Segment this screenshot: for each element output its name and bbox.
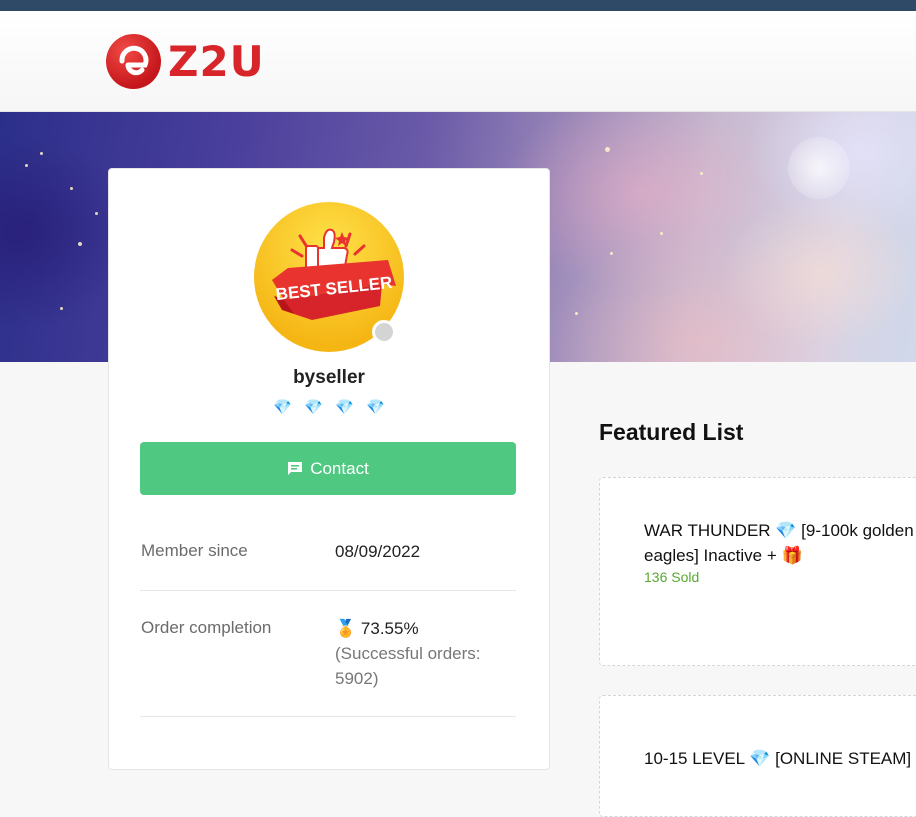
order-completion-label: Order completion <box>141 618 272 637</box>
contact-label: Contact <box>310 458 369 478</box>
featured-list-title: Featured List <box>599 419 744 445</box>
featured-item-card[interactable]: WAR THUNDER 💎 [9-100k golden eagles] Ina… <box>599 477 916 666</box>
seller-username: byseller <box>293 367 365 388</box>
seller-profile-card: BEST SELLER byseller 💎 💎 💎 💎 Contact Mem… <box>108 168 550 770</box>
order-completion-value-block: 🏅 73.55% (Successful orders: 5902) <box>335 616 510 691</box>
seller-rank-gems: 💎 💎 💎 💎 <box>109 398 549 417</box>
featured-item-title[interactable]: 10-15 LEVEL 💎 [ONLINE STEAM] <box>644 746 916 771</box>
contact-button[interactable]: Contact <box>140 442 516 495</box>
diamond-icon: 💎 <box>304 399 323 416</box>
chat-icon <box>287 461 303 477</box>
diamond-icon: 💎 <box>272 399 292 416</box>
site-header: Z2U <box>0 11 916 112</box>
online-status-dot <box>372 320 396 344</box>
order-completion-row: Order completion 🏅 73.55% (Successful or… <box>140 590 516 717</box>
featured-item-title[interactable]: WAR THUNDER 💎 [9-100k golden eagles] Ina… <box>644 518 916 568</box>
logo-text: Z2U <box>168 36 265 86</box>
logo-icon <box>106 34 161 89</box>
featured-item-card[interactable]: 10-15 LEVEL 💎 [ONLINE STEAM] <box>599 695 916 817</box>
diamond-icon: 💎 <box>366 399 386 416</box>
top-strip <box>0 0 916 11</box>
member-since-label: Member since <box>141 541 248 560</box>
z2u-logo[interactable]: Z2U <box>106 34 265 89</box>
medal-icon: 🏅 <box>335 619 357 638</box>
diamond-icon: 💎 <box>335 399 354 416</box>
successful-orders-text: (Successful orders: 5902) <box>335 644 481 688</box>
member-since-value: 08/09/2022 <box>335 542 421 561</box>
featured-item-sold: 136 Sold <box>644 569 700 585</box>
order-completion-value: 73.55% <box>360 619 419 638</box>
member-since-row: Member since 08/09/2022 <box>140 519 516 591</box>
